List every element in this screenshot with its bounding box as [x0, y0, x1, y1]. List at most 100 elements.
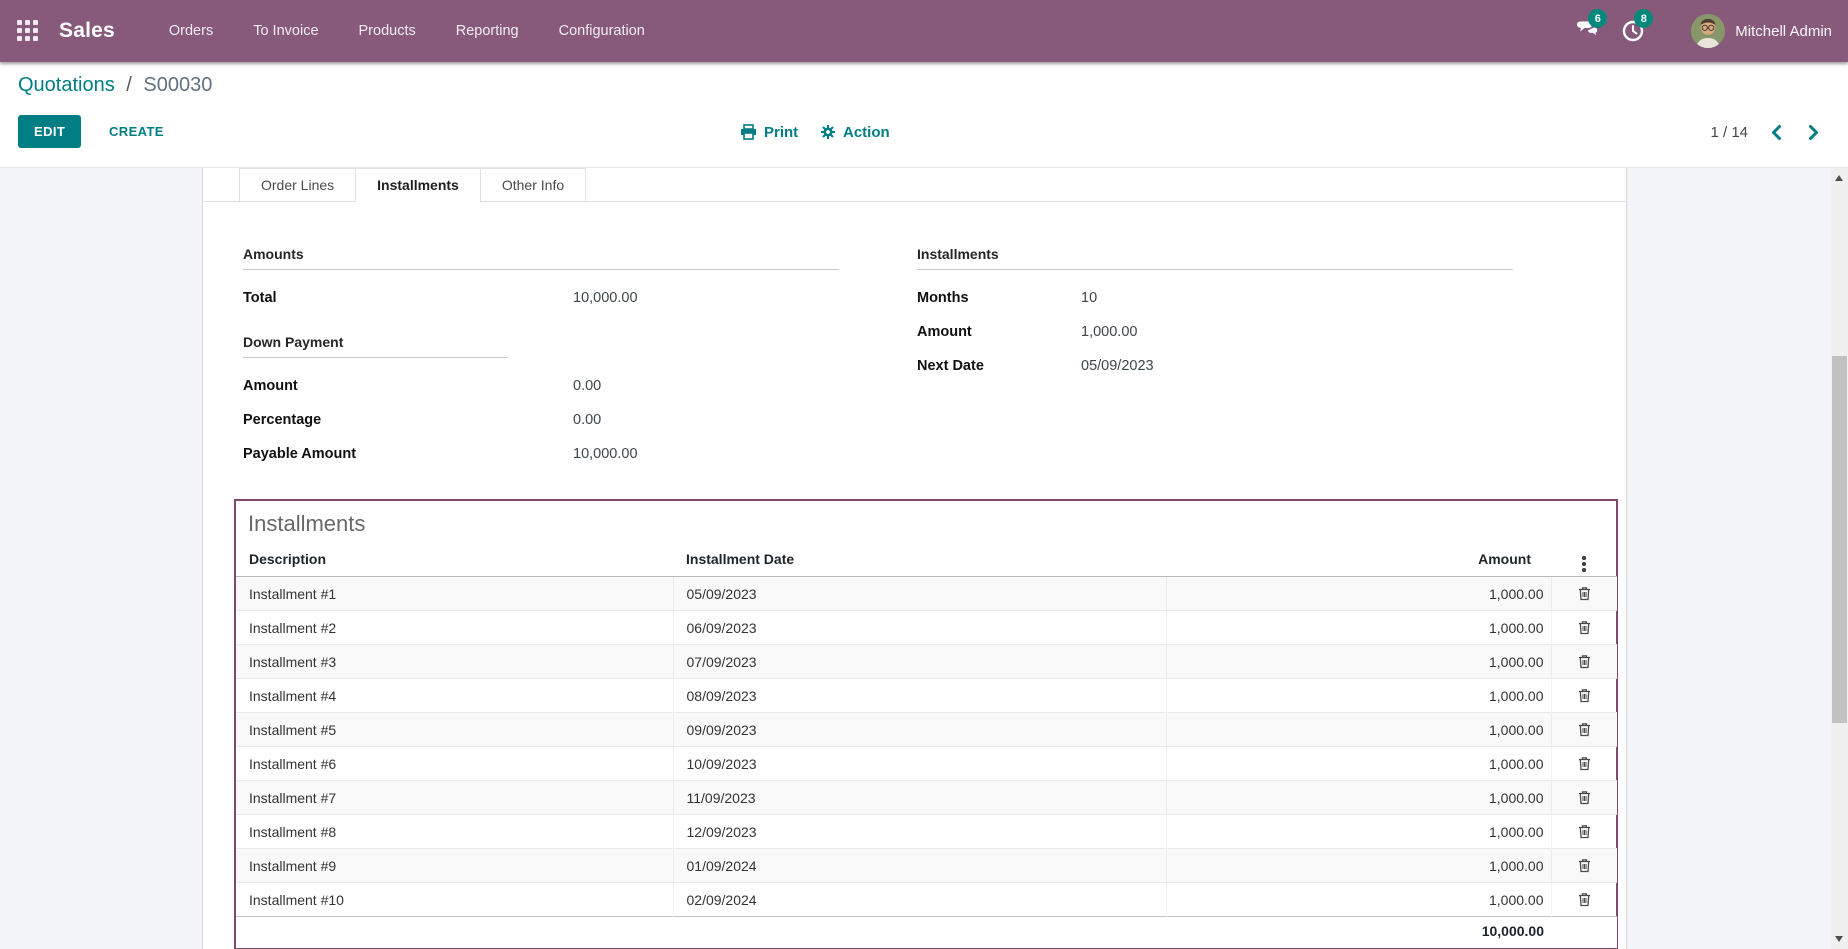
- cell-installment-date[interactable]: 09/09/2023: [673, 713, 1166, 747]
- field-value-total: 10,000.00: [573, 290, 839, 306]
- cell-description[interactable]: Installment #5: [236, 713, 673, 747]
- installment-row-2[interactable]: Installment #206/09/20231,000.00: [236, 611, 1617, 645]
- installment-row-6[interactable]: Installment #610/09/20231,000.00: [236, 747, 1617, 781]
- installment-row-9[interactable]: Installment #901/09/20241,000.00: [236, 849, 1617, 883]
- scrollbar-down-arrow-icon[interactable]: [1835, 936, 1843, 942]
- pager-next-button[interactable]: [1805, 122, 1822, 143]
- cell-amount[interactable]: 1,000.00: [1166, 815, 1551, 849]
- cell-description[interactable]: Installment #2: [236, 611, 673, 645]
- messages-badge: 6: [1588, 9, 1607, 28]
- column-header-amount[interactable]: Amount: [1166, 544, 1551, 577]
- cell-description[interactable]: Installment #8: [236, 815, 673, 849]
- delete-row-button[interactable]: [1573, 583, 1596, 603]
- column-header-description[interactable]: Description: [236, 544, 673, 577]
- menu-item-to-invoice[interactable]: To Invoice: [233, 0, 338, 62]
- create-button[interactable]: CREATE: [99, 115, 174, 148]
- pager-previous-button[interactable]: [1768, 122, 1785, 143]
- cell-installment-date[interactable]: 05/09/2023: [673, 577, 1166, 611]
- cell-installment-date[interactable]: 06/09/2023: [673, 611, 1166, 645]
- pager: 1 / 14: [1710, 118, 1822, 146]
- cell-installment-date[interactable]: 11/09/2023: [673, 781, 1166, 815]
- delete-row-button[interactable]: [1573, 787, 1596, 807]
- scrollbar-up-arrow-icon[interactable]: [1835, 175, 1843, 181]
- cell-amount[interactable]: 1,000.00: [1166, 679, 1551, 713]
- breadcrumb-separator: /: [120, 74, 138, 96]
- group-title-installments: Installments: [917, 246, 1513, 270]
- cell-description[interactable]: Installment #1: [236, 577, 673, 611]
- cell-description[interactable]: Installment #7: [236, 781, 673, 815]
- print-button[interactable]: Print: [740, 118, 798, 146]
- scrollbar-thumb[interactable]: [1832, 356, 1847, 723]
- action-button[interactable]: Action: [820, 118, 890, 146]
- installments-table-title: Installments: [248, 511, 1616, 537]
- delete-row-button[interactable]: [1573, 855, 1596, 875]
- menu-item-reporting[interactable]: Reporting: [436, 0, 539, 62]
- action-label: Action: [843, 124, 890, 141]
- installments-one2many-box: Installments Description Installment Dat…: [234, 499, 1618, 949]
- cell-amount[interactable]: 1,000.00: [1166, 747, 1551, 781]
- menu-item-orders[interactable]: Orders: [149, 0, 233, 62]
- trash-icon: [1577, 755, 1592, 771]
- installment-row-5[interactable]: Installment #509/09/20231,000.00: [236, 713, 1617, 747]
- delete-row-button[interactable]: [1573, 719, 1596, 739]
- installment-row-7[interactable]: Installment #711/09/20231,000.00: [236, 781, 1617, 815]
- cell-amount[interactable]: 1,000.00: [1166, 883, 1551, 917]
- field-next-date: Next Date05/09/2023: [917, 349, 1513, 383]
- app-name[interactable]: Sales: [59, 19, 115, 43]
- cell-amount[interactable]: 1,000.00: [1166, 781, 1551, 815]
- column-header-installment-date[interactable]: Installment Date: [673, 544, 1166, 577]
- delete-row-button[interactable]: [1573, 889, 1596, 909]
- cell-installment-date[interactable]: 08/09/2023: [673, 679, 1166, 713]
- tab-installments[interactable]: Installments: [355, 168, 481, 201]
- amounts-fields: Total10,000.00: [243, 281, 839, 315]
- tab-other-info[interactable]: Other Info: [480, 168, 586, 201]
- menu-item-products[interactable]: Products: [339, 0, 436, 62]
- cell-description[interactable]: Installment #4: [236, 679, 673, 713]
- cell-description[interactable]: Installment #9: [236, 849, 673, 883]
- edit-button[interactable]: EDIT: [18, 115, 81, 148]
- delete-row-button[interactable]: [1573, 821, 1596, 841]
- cell-amount[interactable]: 1,000.00: [1166, 577, 1551, 611]
- delete-row-button[interactable]: [1573, 617, 1596, 637]
- pager-count: 1 / 14: [1710, 124, 1748, 141]
- cell-installment-date[interactable]: 10/09/2023: [673, 747, 1166, 781]
- cell-description[interactable]: Installment #6: [236, 747, 673, 781]
- cell-installment-date[interactable]: 07/09/2023: [673, 645, 1166, 679]
- delete-row-button[interactable]: [1573, 753, 1596, 773]
- cell-delete: [1551, 611, 1617, 645]
- cell-installment-date[interactable]: 01/09/2024: [673, 849, 1166, 883]
- installment-row-3[interactable]: Installment #307/09/20231,000.00: [236, 645, 1617, 679]
- trash-icon: [1577, 789, 1592, 805]
- cell-amount[interactable]: 1,000.00: [1166, 713, 1551, 747]
- field-label-amount: Amount: [917, 324, 1081, 340]
- cell-installment-date[interactable]: 02/09/2024: [673, 883, 1166, 917]
- down-payment-fields: Amount0.00Percentage0.00Payable Amount10…: [243, 369, 839, 471]
- vertical-scrollbar: [1831, 168, 1848, 949]
- optional-columns-button[interactable]: [1578, 554, 1590, 574]
- cell-delete: [1551, 713, 1617, 747]
- form-sheet: Order LinesInstallmentsOther Info Amount…: [202, 168, 1627, 949]
- group-installments: Installments Months10Amount1,000.00Next …: [917, 246, 1513, 471]
- installment-row-1[interactable]: Installment #105/09/20231,000.00: [236, 577, 1617, 611]
- cell-delete: [1551, 849, 1617, 883]
- installment-row-10[interactable]: Installment #1002/09/20241,000.00: [236, 883, 1617, 917]
- installment-row-8[interactable]: Installment #812/09/20231,000.00: [236, 815, 1617, 849]
- cell-amount[interactable]: 1,000.00: [1166, 645, 1551, 679]
- cell-amount[interactable]: 1,000.00: [1166, 849, 1551, 883]
- apps-grid-icon[interactable]: [17, 20, 40, 43]
- tab-order-lines[interactable]: Order Lines: [239, 168, 356, 201]
- delete-row-button[interactable]: [1573, 651, 1596, 671]
- cell-installment-date[interactable]: 12/09/2023: [673, 815, 1166, 849]
- menu-item-configuration[interactable]: Configuration: [539, 0, 665, 62]
- cell-description[interactable]: Installment #3: [236, 645, 673, 679]
- installment-row-4[interactable]: Installment #408/09/20231,000.00: [236, 679, 1617, 713]
- field-value-payable-amount: 10,000.00: [573, 446, 839, 462]
- breadcrumb-quotations-link[interactable]: Quotations: [18, 74, 115, 96]
- delete-row-button[interactable]: [1573, 685, 1596, 705]
- cell-amount[interactable]: 1,000.00: [1166, 611, 1551, 645]
- user-menu[interactable]: Mitchell Admin: [1691, 14, 1832, 48]
- activities-button[interactable]: 8: [1617, 16, 1649, 46]
- field-amount: Amount1,000.00: [917, 315, 1513, 349]
- messages-button[interactable]: 6: [1571, 16, 1603, 46]
- cell-description[interactable]: Installment #10: [236, 883, 673, 917]
